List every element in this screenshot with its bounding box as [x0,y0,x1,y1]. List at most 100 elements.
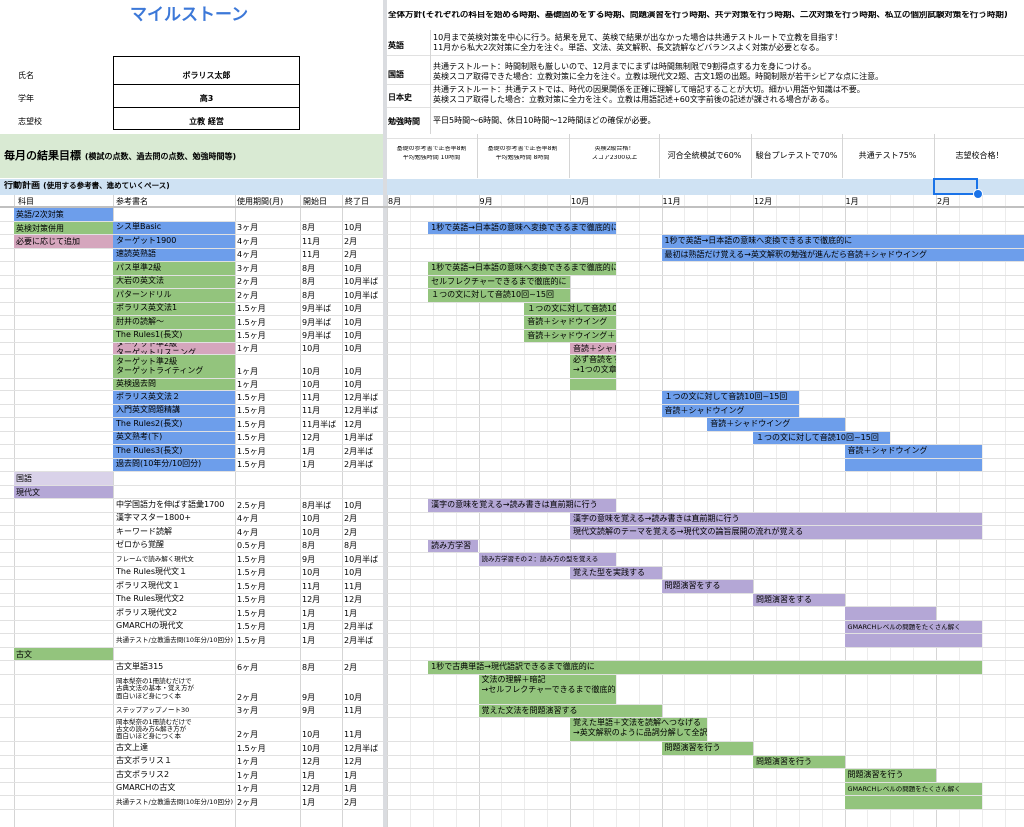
period-cell[interactable]: 4ヶ月 [237,514,258,523]
book-cell[interactable]: The Rules3(長文) [113,445,235,458]
start-cell[interactable]: 11月 [302,393,320,402]
frozen-row-divider[interactable] [0,206,1024,208]
book-cell[interactable]: パターンドリル [113,289,235,302]
start-cell[interactable]: 10月 [302,528,320,537]
book-cell[interactable]: ステップアップノート30 [113,705,235,718]
period-cell[interactable]: 1ヶ月 [237,380,258,389]
start-cell[interactable]: 11月 [302,237,320,246]
book-cell[interactable]: The Rules現代文2 [113,594,235,607]
end-cell[interactable]: 10月 [344,367,362,376]
end-cell[interactable]: 12月半ば [344,744,378,753]
period-cell[interactable]: 4ヶ月 [237,250,258,259]
gantt-bar[interactable]: 漢字の意味を覚える→読み書きは直前期に行う [570,512,982,525]
period-cell[interactable]: 1.5ヶ月 [237,555,266,564]
book-cell[interactable]: シス単Basic [113,221,235,234]
end-cell[interactable]: 2月 [344,237,357,246]
gantt-bar[interactable]: １つの文に対して音読10回~15回 [524,302,616,315]
start-cell[interactable]: 8月 [302,264,315,273]
start-cell[interactable]: 12月 [302,784,320,793]
monthly-goal[interactable]: 駿台プレテストで70% [752,151,841,160]
gantt-bar[interactable]: 覚えた単語＋文法を読解へつなげる→英文解釈のように品詞分解して全訳する [570,718,708,741]
end-cell[interactable]: 2月 [344,798,357,807]
period-cell[interactable]: 1.5ヶ月 [237,304,266,313]
subject-cell[interactable]: 現代文 [14,485,113,498]
gantt-bar[interactable] [844,458,982,471]
monthly-goal[interactable]: 英検2級合格！ [570,146,659,153]
gantt-bar[interactable]: 音読＋シャドウイング [844,445,982,458]
monthly-goal[interactable]: 基礎の参考書で正答率8割 [478,146,567,153]
subject-cell[interactable]: 英語/2次対策 [14,208,113,221]
gantt-bar[interactable]: 覚えた型を実践する [570,566,662,579]
gantt-bar[interactable] [570,379,616,390]
period-cell[interactable]: 2ヶ月 [237,277,258,286]
book-cell[interactable]: 入門英文問題精講 [113,404,235,417]
end-cell[interactable]: 2月半ば [344,447,373,456]
subject-cell[interactable]: 古文 [14,647,113,660]
end-cell[interactable]: 2月 [344,528,357,537]
start-cell[interactable]: 9月半ば [302,331,331,340]
end-cell[interactable]: 11月 [344,582,362,591]
end-cell[interactable]: 10月 [344,568,362,577]
start-cell[interactable]: 11月 [302,582,320,591]
book-cell[interactable]: ターゲット準2級 ターゲットライティング [113,355,235,378]
start-cell[interactable]: 1月 [302,460,315,469]
subject-cell[interactable]: 英検対策併用 [14,221,113,234]
gantt-bar[interactable]: 問題演習を行う [844,769,936,782]
start-cell[interactable]: 10月 [302,380,320,389]
book-cell[interactable]: 古文ポラリス2 [113,769,235,782]
book-cell[interactable]: ターゲット1900 [113,235,235,248]
start-cell[interactable]: 8月半ば [302,501,331,510]
grade-value[interactable]: 高3 [113,94,300,103]
gantt-bar[interactable]: 音読＋シャドウイング [707,418,845,431]
gantt-bar[interactable]: 問題演習をする [661,580,753,593]
monthly-goal[interactable]: 平均勉強時間 10時間 [387,155,476,162]
period-cell[interactable]: 3ヶ月 [237,223,258,232]
start-cell[interactable]: 1月 [302,447,315,456]
start-cell[interactable]: 10月 [302,730,320,739]
period-cell[interactable]: 2.5ヶ月 [237,501,266,510]
gantt-bar[interactable]: 音読＋シャドウイング [661,404,799,417]
monthly-goal[interactable]: 河合全統模試で60% [660,151,749,160]
period-cell[interactable]: 1.5ヶ月 [237,433,266,442]
period-cell[interactable]: 1.5ヶ月 [237,744,266,753]
book-cell[interactable]: 速読英熟語 [113,248,235,261]
period-cell[interactable]: 1.5ヶ月 [237,622,266,631]
period-cell[interactable]: 2ヶ月 [237,693,258,702]
start-cell[interactable]: 10月 [302,568,320,577]
gantt-bar[interactable]: 現代文読解のテーマを覚える→現代文の論旨展開の流れが覚える [570,526,982,539]
end-cell[interactable]: 8月 [344,541,357,550]
book-cell[interactable]: ターゲット準2級 ターゲットリスニング [113,343,235,354]
book-cell[interactable]: キーワード読解 [113,526,235,539]
start-cell[interactable]: 8月 [302,541,315,550]
book-cell[interactable]: The Rules2(長文) [113,418,235,431]
period-cell[interactable]: 1.5ヶ月 [237,447,266,456]
start-cell[interactable]: 10月 [302,514,320,523]
start-cell[interactable]: 8月 [302,277,315,286]
end-cell[interactable]: 10月 [344,344,362,353]
gantt-bar[interactable]: １つの文に対して音読10回~15回 [428,289,570,302]
gantt-bar[interactable]: 1秒で古典単語→現代語訳できるまで徹底的に [428,661,982,674]
end-cell[interactable]: 10月 [344,318,362,327]
book-cell[interactable]: 英検過去問 [113,379,235,390]
book-cell[interactable]: 岡本梨奈の1冊読むだけで 古典文法の基本・覚え方が 面白いほど身につく本 [113,675,235,704]
period-cell[interactable]: 1.5ヶ月 [237,420,266,429]
gantt-bar[interactable]: 1秒で英語→日本語の意味へ変換できるまで徹底的に [661,235,1024,248]
gantt-bar[interactable] [844,607,936,620]
end-cell[interactable]: 1月 [344,609,357,618]
period-cell[interactable]: 1.5ヶ月 [237,595,266,604]
book-cell[interactable]: 岡本梨奈の1冊読むだけで 古文の読み方&解き方が 面白いほど身につく本 [113,718,235,741]
start-cell[interactable]: 12月 [302,757,320,766]
end-cell[interactable]: 10月 [344,304,362,313]
book-cell[interactable]: The Rules現代文１ [113,567,235,580]
start-cell[interactable]: 11月 [302,250,320,259]
book-cell[interactable]: パス単準2級 [113,262,235,275]
book-cell[interactable]: 大岩の英文法 [113,275,235,288]
end-cell[interactable]: 2月 [344,250,357,259]
start-cell[interactable]: 9月 [302,706,315,715]
gantt-bar[interactable]: 漢字の意味を覚える→読み書きは直前期に行う [428,499,616,512]
end-cell[interactable]: 10月半ば [344,277,378,286]
end-cell[interactable]: 2月 [344,514,357,523]
period-cell[interactable]: 1ヶ月 [237,344,258,353]
gantt-bar[interactable]: １つの文に対して音読10回~15回 [661,391,799,404]
period-cell[interactable]: 3ヶ月 [237,706,258,715]
